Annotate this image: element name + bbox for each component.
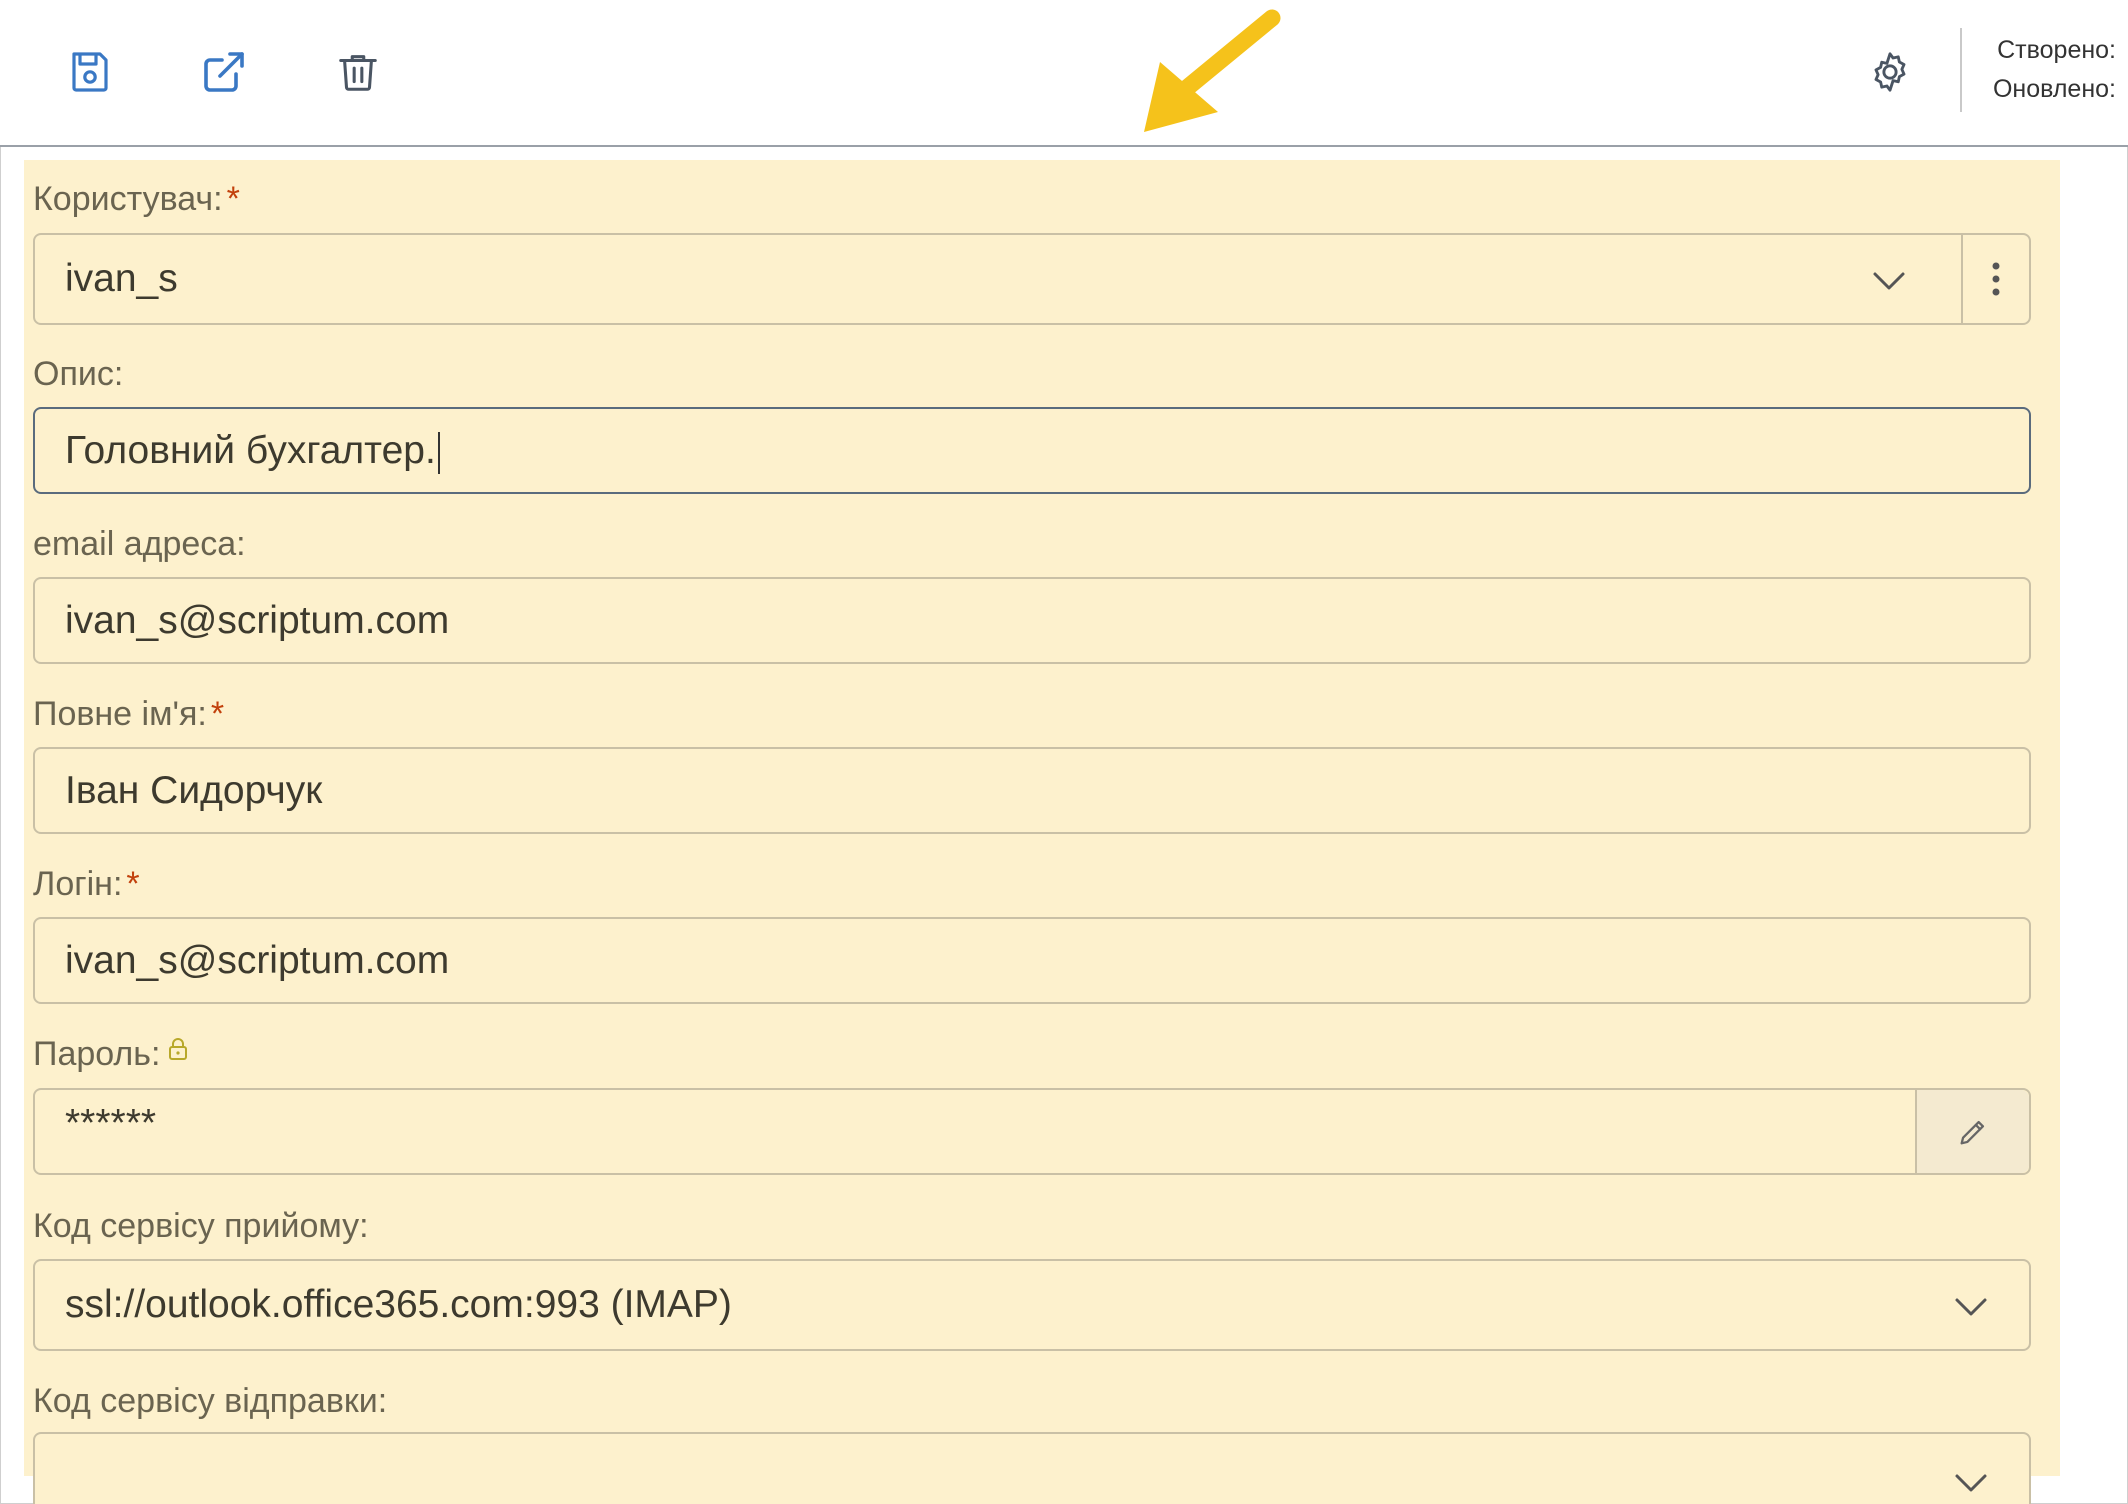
password-label: Пароль: (33, 1035, 188, 1074)
email-value: ivan_s@scriptum.com (65, 599, 450, 642)
description-input[interactable]: Головний бухгалтер. (33, 407, 2031, 494)
login-input[interactable]: ivan_s@scriptum.com (33, 917, 2031, 1004)
chevron-down-icon[interactable] (1869, 264, 1909, 298)
required-mark: * (210, 695, 225, 733)
toolbar-divider (1960, 28, 1962, 112)
required-mark: * (226, 180, 240, 218)
user-label: Користувач: * (33, 180, 240, 218)
receive-service-select[interactable]: ssl://outlook.office365.com:993 (IMAP) (33, 1259, 2031, 1351)
user-menu-button[interactable] (1961, 235, 2029, 323)
more-vertical-icon (1992, 262, 2000, 296)
chevron-down-icon[interactable] (1951, 1466, 1991, 1500)
text-caret (437, 431, 440, 474)
login-label: Логін: * (33, 865, 140, 903)
open-external-button[interactable] (192, 40, 256, 104)
save-button[interactable] (58, 40, 122, 104)
full-name-input[interactable]: Іван Сидорчук (33, 747, 2031, 834)
login-value: ivan_s@scriptum.com (65, 939, 450, 982)
send-service-select[interactable] (33, 1432, 2031, 1504)
annotation-arrow-icon (1144, 9, 1281, 132)
password-input[interactable]: ****** (33, 1088, 2031, 1175)
trash-icon (339, 55, 377, 91)
description-value-wrap: Головний бухгалтер. (65, 409, 440, 493)
user-value: ivan_s (65, 257, 178, 300)
description-label: Опис: (33, 355, 124, 393)
pencil-icon (1960, 1120, 1985, 1144)
email-label: email адреса: (33, 525, 246, 563)
description-value: Головний бухгалтер. (65, 429, 436, 472)
lock-icon (169, 1038, 188, 1060)
chevron-down-icon[interactable] (1951, 1290, 1991, 1324)
password-value: ****** (65, 1102, 157, 1145)
receive-service-label: Код сервісу прийому: (33, 1207, 369, 1245)
email-input[interactable]: ivan_s@scriptum.com (33, 577, 2031, 664)
save-icon (72, 52, 108, 92)
created-label: Створено: (1997, 36, 2116, 64)
user-select[interactable]: ivan_s (33, 233, 2031, 325)
send-service-label: Код сервісу відправки: (33, 1382, 388, 1420)
updated-label: Оновлено: (1992, 75, 2116, 103)
receive-service-value: ssl://outlook.office365.com:993 (IMAP) (65, 1283, 732, 1326)
toolbar: Створено: Оновлено: (0, 0, 2128, 147)
open-external-icon (204, 52, 244, 92)
full-name-label: Повне ім'я: * (33, 695, 225, 733)
settings-button[interactable] (1858, 40, 1922, 104)
full-name-value: Іван Сидорчук (65, 769, 323, 812)
gear-icon (1874, 52, 1906, 92)
delete-button[interactable] (326, 40, 390, 104)
edit-password-button[interactable] (1915, 1090, 2029, 1173)
required-mark: * (126, 865, 140, 903)
